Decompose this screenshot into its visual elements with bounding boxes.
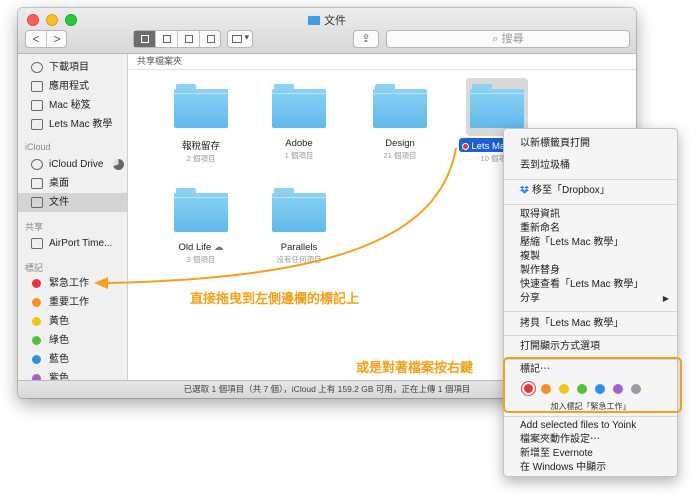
menu-item-move-to-dropbox[interactable]: 移至「Dropbox」 (504, 184, 677, 198)
menu-separator (504, 204, 677, 205)
dropbox-icon (520, 186, 529, 194)
menu-item-duplicate[interactable]: 複製 (504, 250, 677, 264)
menu-item-move-to-trash[interactable]: 丟到垃圾桶 (504, 159, 677, 173)
menu-item-add-to-evernote[interactable]: 新增至 Evernote (504, 447, 677, 461)
context-menu: 以新標籤頁打開 丟到垃圾桶 移至「Dropbox」 取得資訊 重新命名 壓縮「L… (503, 128, 678, 477)
menu-item-show-in-windows[interactable]: 在 Windows 中顯示 (504, 461, 677, 475)
menu-item-open-in-new-tab[interactable]: 以新標籤頁打開 (504, 137, 677, 151)
menu-item-folder-actions[interactable]: 檔案夾動作設定⋯ (504, 433, 677, 447)
menu-separator (504, 311, 677, 312)
menu-item-rename[interactable]: 重新命名 (504, 222, 677, 236)
menu-item-get-info[interactable]: 取得資訊 (504, 208, 677, 222)
menu-item-copy[interactable]: 拷貝「Lets Mac 教學」 (504, 317, 677, 331)
menu-item-view-options[interactable]: 打開顯示方式選項 (504, 340, 677, 354)
menu-separator (504, 416, 677, 417)
menu-item-compress[interactable]: 壓縮「Lets Mac 教學」 (504, 236, 677, 250)
menu-separator (504, 179, 677, 180)
drag-hint-annotation: 直接拖曳到左側邊欄的標記上 (190, 291, 360, 306)
menu-item-label: 移至「Dropbox」 (532, 185, 610, 196)
tags-highlight-box (503, 357, 682, 413)
menu-item-label: 分享 (520, 293, 540, 304)
menu-item-share[interactable]: 分享 ▶ (504, 292, 677, 306)
right-click-hint-annotation: 或是對著檔案按右鍵 (356, 360, 474, 375)
menu-item-add-to-yoink[interactable]: Add selected files to Yoink (504, 419, 677, 433)
submenu-arrow-icon: ▶ (662, 294, 669, 303)
menu-separator (504, 335, 677, 336)
menu-item-make-alias[interactable]: 製作替身 (504, 264, 677, 278)
menu-item-quick-look[interactable]: 快速查看「Lets Mac 教學」 (504, 278, 677, 292)
